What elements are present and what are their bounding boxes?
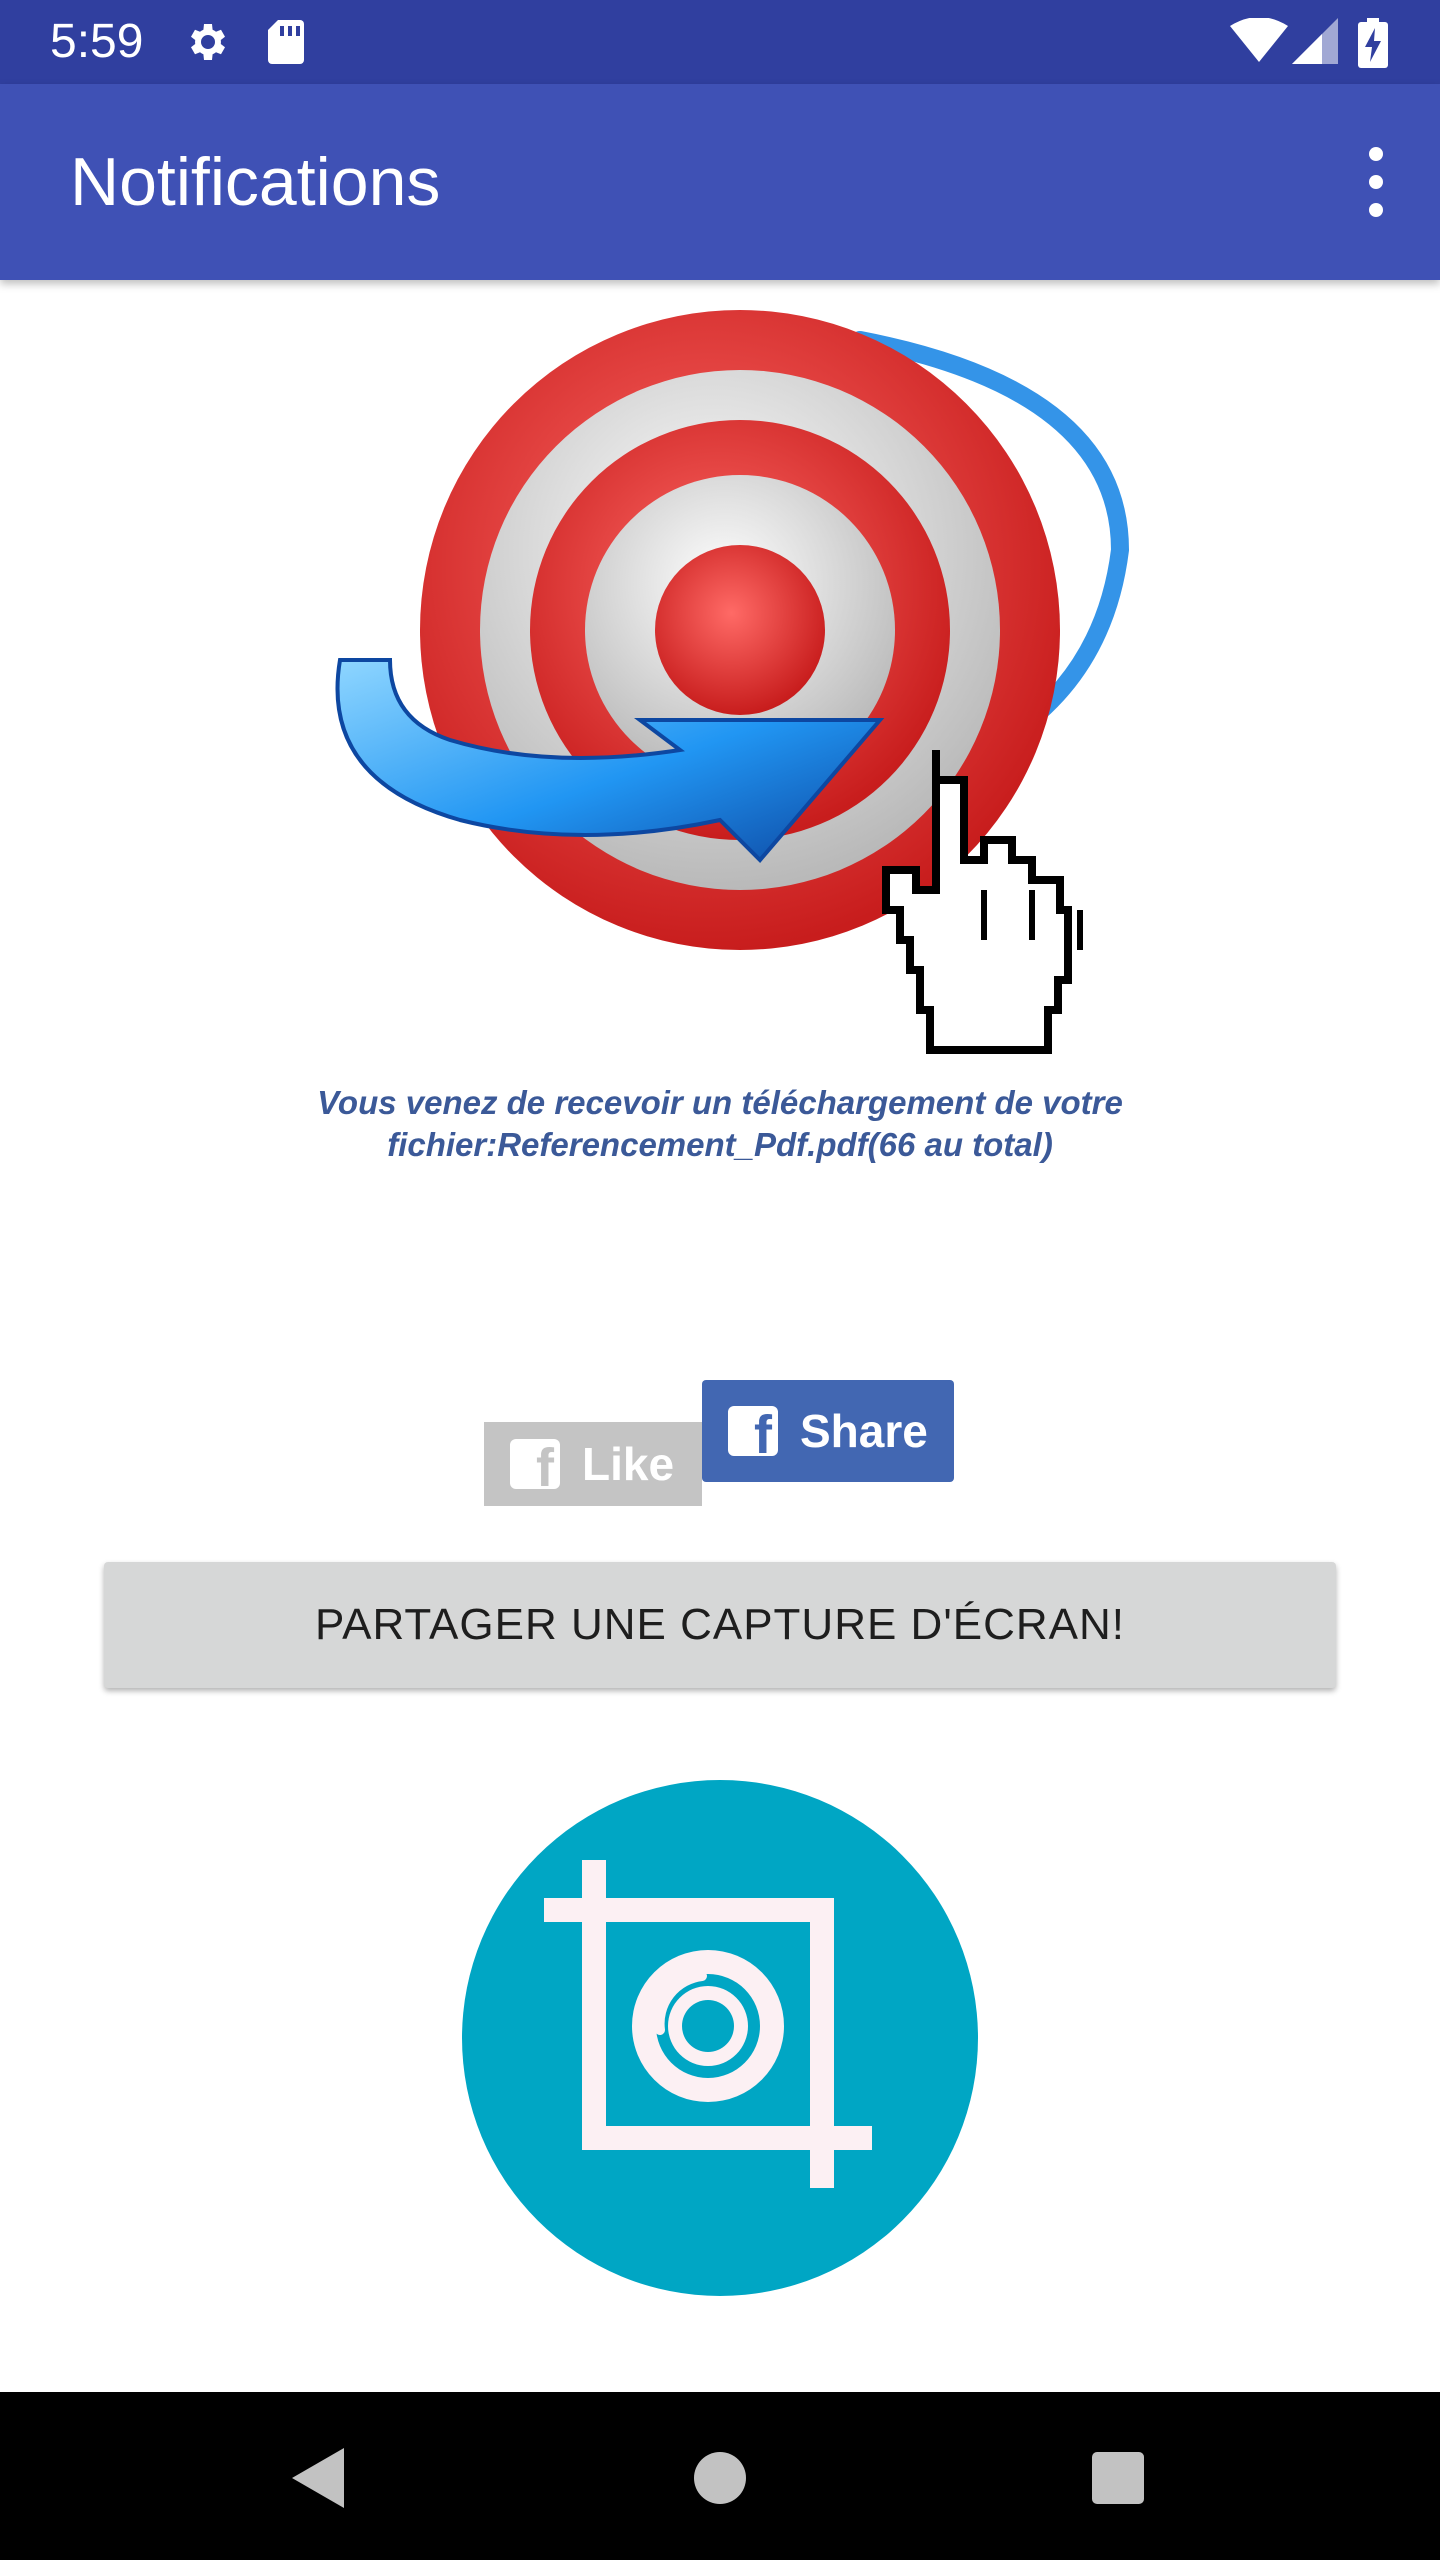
wifi-icon — [1230, 18, 1288, 62]
facebook-like-button[interactable]: f Like — [484, 1422, 702, 1506]
facebook-share-button[interactable]: f Share — [702, 1380, 954, 1482]
home-icon[interactable] — [694, 2452, 746, 2504]
target-arrow-cursor-icon — [335, 310, 1130, 1054]
more-vert-icon — [1369, 147, 1383, 161]
gear-icon — [191, 24, 225, 60]
status-bar: 5:59 — [0, 0, 1440, 84]
download-notification-text: Vous venez de recevoir un téléchargement… — [317, 1084, 1123, 1163]
more-options-button[interactable] — [1352, 144, 1400, 220]
share-screenshot-button[interactable]: PARTAGER UNE CAPTURE D'ÉCRAN! — [104, 1562, 1336, 1688]
back-icon[interactable] — [290, 2446, 346, 2510]
screenshot-crop-camera-icon[interactable] — [462, 1780, 978, 2296]
navigation-bar — [0, 2392, 1440, 2560]
app-bar: Notifications — [0, 84, 1440, 280]
recents-icon[interactable] — [1092, 2452, 1144, 2504]
sd-card-icon — [268, 20, 304, 64]
page-title: Notifications — [70, 144, 441, 220]
status-time: 5:59 — [50, 15, 144, 68]
cellular-signal-icon — [1292, 18, 1338, 64]
facebook-share-label: Share — [800, 1405, 928, 1457]
facebook-icon: f — [510, 1439, 560, 1495]
battery-charging-icon — [1358, 18, 1388, 68]
facebook-icon: f — [728, 1406, 778, 1462]
facebook-like-label: Like — [582, 1438, 675, 1490]
